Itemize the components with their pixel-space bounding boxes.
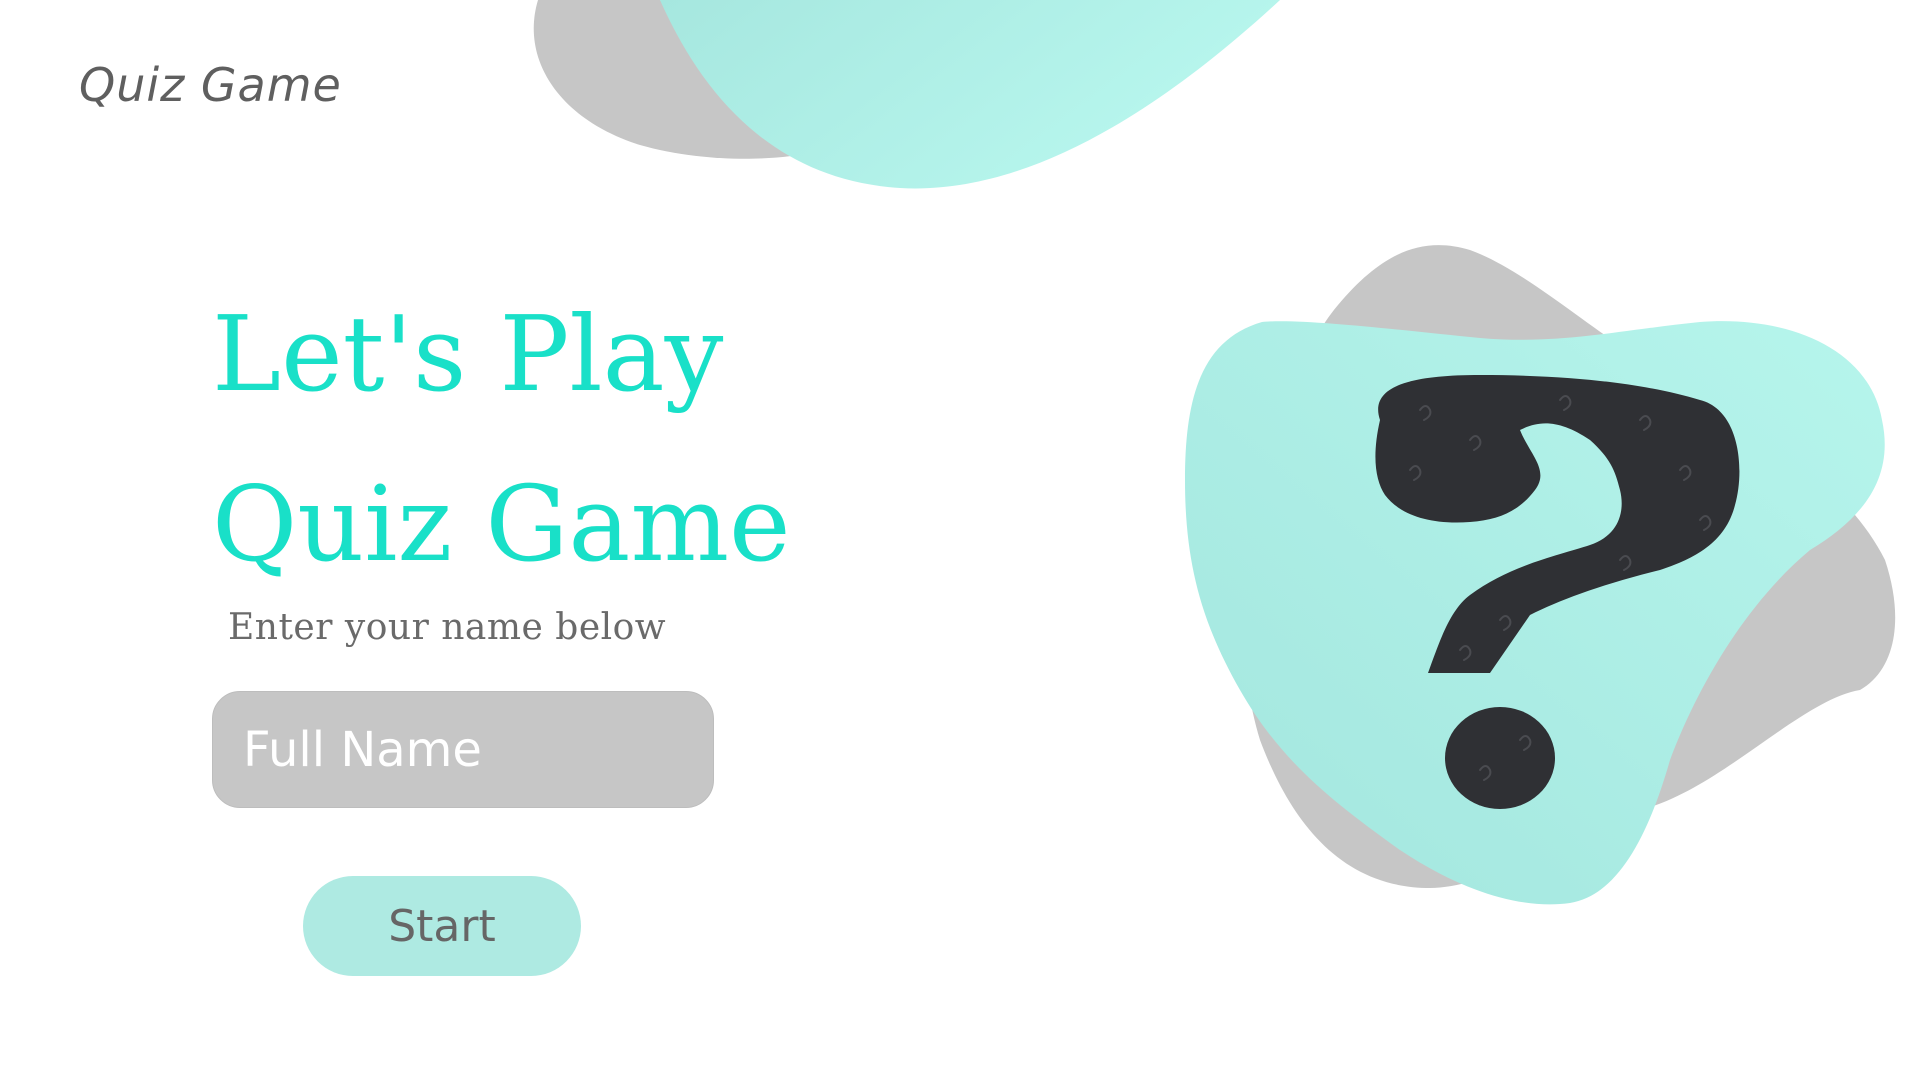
- right-gray-blob: [1244, 245, 1896, 889]
- top-mint-blob: [660, 0, 1280, 189]
- headline-line-1: Let's Play: [212, 293, 724, 415]
- right-mint-blob: [1185, 321, 1885, 905]
- question-mark-icon: [1375, 375, 1740, 809]
- top-gray-blob: [533, 0, 820, 159]
- full-name-input[interactable]: [212, 691, 714, 808]
- quiz-start-screen: Quiz Game Let's Play Quiz Game Enter you…: [0, 0, 1920, 1080]
- start-button[interactable]: Start: [303, 876, 581, 976]
- instruction-text: Enter your name below: [228, 607, 667, 648]
- app-logo: Quiz Game: [79, 58, 342, 112]
- headline-line-2: Quiz Game: [212, 463, 791, 585]
